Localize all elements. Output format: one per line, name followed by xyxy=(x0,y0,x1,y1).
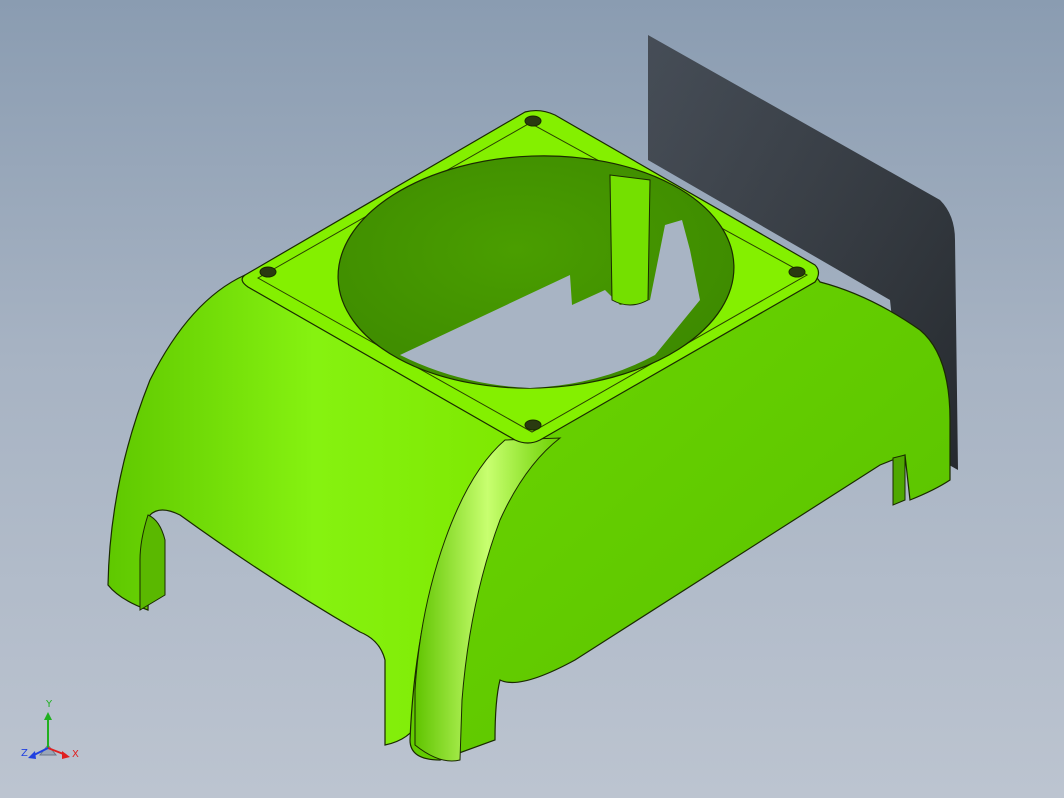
model-view[interactable] xyxy=(0,0,1064,798)
cad-viewport[interactable]: Y X Z xyxy=(0,0,1064,798)
triad-y-label: Y xyxy=(46,699,53,710)
mounting-hole xyxy=(524,419,542,431)
triad-x-label: X xyxy=(72,749,79,760)
left-leg-cutout xyxy=(139,514,166,611)
mounting-hole xyxy=(524,115,542,127)
orientation-triad[interactable]: Y X Z xyxy=(18,700,88,770)
mounting-hole xyxy=(788,266,806,278)
mounting-hole xyxy=(259,266,277,278)
internal-post xyxy=(609,174,651,306)
right-leg-notch xyxy=(892,454,906,506)
triad-z-label: Z xyxy=(21,748,28,759)
